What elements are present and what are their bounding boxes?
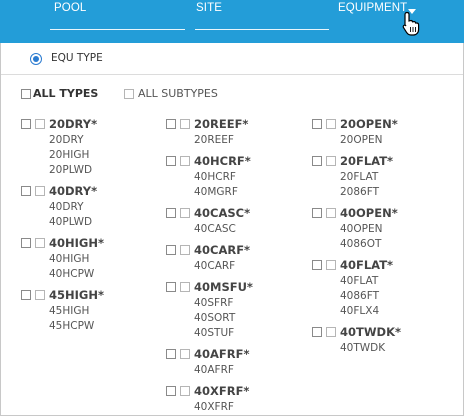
subtype-toggle-checkbox[interactable] (326, 208, 336, 218)
equipment-type-label: 40MSFU* (194, 280, 253, 294)
type-checkbox[interactable] (312, 260, 322, 270)
equipment-subtype-label: 40HCPW (49, 268, 95, 280)
equipment-subtype-label: 20PLWD (49, 164, 93, 176)
equipment-subtype-label: 40HIGH (49, 253, 90, 265)
equipment-subtype-label: 40STUF (194, 327, 235, 339)
equ-type-label: EQU TYPE (51, 52, 103, 64)
equipment-subtype-label: 40SORT (194, 312, 236, 324)
equipment-subtype-label: 20REEF (194, 134, 234, 146)
equipment-type-label: 40CARF* (194, 243, 251, 257)
type-checkbox[interactable] (166, 282, 176, 292)
equipment-type-label: 40TWDK* (340, 325, 402, 339)
subtype-toggle-checkbox[interactable] (180, 208, 190, 218)
tab-pool[interactable]: POOL (54, 2, 86, 14)
equipment-subtype-label: 20FLAT (340, 171, 379, 183)
subtype-toggle-checkbox[interactable] (35, 119, 45, 129)
equipment-subtype-label: 40AFRF (194, 364, 234, 376)
equipment-subtype-label: 40PLWD (49, 216, 93, 228)
subtype-toggle-checkbox[interactable] (35, 290, 45, 300)
equipment-type-label: 40AFRF* (194, 347, 250, 361)
equipment-type-label: 40HIGH* (49, 236, 104, 250)
equipment-type-label: 40FLAT* (340, 258, 394, 272)
subtype-toggle-checkbox[interactable] (180, 156, 190, 166)
all-types-label: ALL TYPES (33, 87, 99, 100)
equipment-subtype-label: 40FLX4 (340, 305, 380, 317)
equipment-type-label: 20DRY* (49, 117, 98, 131)
equipment-subtype-label: 20HIGH (49, 149, 90, 161)
subtype-toggle-checkbox[interactable] (180, 119, 190, 129)
equipment-subtype-label: 40XFRF (194, 401, 234, 413)
subtype-toggle-checkbox[interactable] (180, 349, 190, 359)
type-checkbox[interactable] (312, 327, 322, 337)
equipment-subtype-label: 40TWDK (340, 342, 386, 354)
type-checkbox[interactable] (21, 186, 31, 196)
type-checkbox[interactable] (21, 290, 31, 300)
equipment-subtype-label: 4086FT (340, 290, 379, 302)
type-checkbox[interactable] (21, 119, 31, 129)
equipment-subtype-label: 45HIGH (49, 305, 90, 317)
subtype-toggle-checkbox[interactable] (180, 245, 190, 255)
equipment-subtype-label: 40OPEN (340, 223, 383, 235)
top-nav-bar: POOL SITE EQUIPMENT (0, 0, 464, 43)
equipment-type-label: 45HIGH* (49, 288, 104, 302)
subtype-toggle-checkbox[interactable] (35, 238, 45, 248)
pool-field-underline (50, 29, 185, 30)
subtype-toggle-checkbox[interactable] (326, 119, 336, 129)
type-checkbox[interactable] (21, 238, 31, 248)
type-checkbox[interactable] (166, 156, 176, 166)
equipment-subtype-label: 40MGRF (194, 186, 238, 198)
equ-type-header: EQU TYPE (1, 43, 463, 75)
type-checkbox[interactable] (166, 386, 176, 396)
equipment-subtype-label: 45HCPW (49, 320, 95, 332)
equipment-subtype-label: 40CARF (194, 260, 236, 272)
equipment-subtype-label: 40SFRF (194, 297, 234, 309)
subtype-toggle-checkbox[interactable] (180, 282, 190, 292)
radio-selected-icon[interactable] (30, 53, 42, 65)
equipment-subtype-label: 20OPEN (340, 134, 383, 146)
equipment-type-label: 40XFRF* (194, 384, 250, 398)
site-field-underline (195, 29, 329, 30)
equipment-subtype-label: 4086OT (340, 238, 382, 250)
type-checkbox[interactable] (166, 119, 176, 129)
type-checkbox[interactable] (312, 208, 322, 218)
equipment-type-label: 20FLAT* (340, 154, 394, 168)
equipment-subtype-label: 2086FT (340, 186, 379, 198)
all-types-checkbox[interactable] (21, 89, 31, 99)
type-checkbox[interactable] (166, 245, 176, 255)
equipment-subtype-label: 40FLAT (340, 275, 379, 287)
type-checkbox[interactable] (312, 156, 322, 166)
type-checkbox[interactable] (312, 119, 322, 129)
hand-pointer-cursor-icon (402, 11, 420, 36)
equipment-type-label: 20OPEN* (340, 117, 398, 131)
subtype-toggle-checkbox[interactable] (326, 327, 336, 337)
all-subtypes-label: ALL SUBTYPES (138, 87, 218, 100)
equipment-type-label: 20REEF* (194, 117, 249, 131)
subtype-toggle-checkbox[interactable] (326, 156, 336, 166)
subtype-toggle-checkbox[interactable] (326, 260, 336, 270)
subtype-toggle-checkbox[interactable] (180, 386, 190, 396)
equipment-type-label: 40HCRF* (194, 154, 251, 168)
equipment-type-label: 40DRY* (49, 184, 98, 198)
all-subtypes-checkbox[interactable] (124, 89, 134, 99)
equipment-type-label: 40OPEN* (340, 206, 398, 220)
tab-equipment[interactable]: EQUIPMENT (338, 2, 407, 14)
equipment-subtype-label: 40DRY (49, 201, 84, 213)
tab-site[interactable]: SITE (196, 2, 222, 14)
type-checkbox[interactable] (166, 208, 176, 218)
equipment-subtype-label: 20DRY (49, 134, 84, 146)
subtype-toggle-checkbox[interactable] (35, 186, 45, 196)
equipment-type-label: 40CASC* (194, 206, 251, 220)
equipment-subtype-label: 40HCRF (194, 171, 236, 183)
equipment-subtype-label: 40CASC (194, 223, 236, 235)
type-checkbox[interactable] (166, 349, 176, 359)
equipment-filter-panel: EQU TYPE ALL TYPES ALL SUBTYPES 20DRY* 20… (0, 43, 464, 416)
